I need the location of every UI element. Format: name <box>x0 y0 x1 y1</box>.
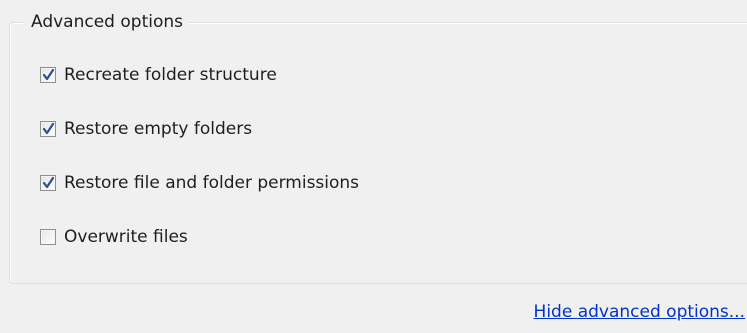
recreate-folder-structure-label: Recreate folder structure <box>64 65 277 85</box>
restore-empty-folders-label: Restore empty folders <box>64 119 253 139</box>
checkmark-icon <box>42 68 55 81</box>
advanced-options-panel: Advanced options Recreate folder structu… <box>0 0 747 333</box>
checkmark-icon <box>42 176 55 189</box>
overwrite-files-option[interactable]: Overwrite files <box>40 226 188 248</box>
restore-permissions-option[interactable]: Restore file and folder permissions <box>40 172 359 194</box>
hide-advanced-options-link[interactable]: Hide advanced options... <box>534 301 745 323</box>
restore-empty-folders-option[interactable]: Restore empty folders <box>40 118 252 140</box>
restore-empty-folders-checkbox[interactable] <box>40 121 56 137</box>
groupbox-title: Advanced options <box>25 10 189 34</box>
overwrite-files-checkbox[interactable] <box>40 229 56 245</box>
checkmark-icon <box>42 122 55 135</box>
recreate-folder-structure-option[interactable]: Recreate folder structure <box>40 64 277 86</box>
overwrite-files-label: Overwrite files <box>64 227 188 247</box>
restore-permissions-label: Restore file and folder permissions <box>64 173 360 193</box>
recreate-folder-structure-checkbox[interactable] <box>40 67 56 83</box>
restore-permissions-checkbox[interactable] <box>40 175 56 191</box>
